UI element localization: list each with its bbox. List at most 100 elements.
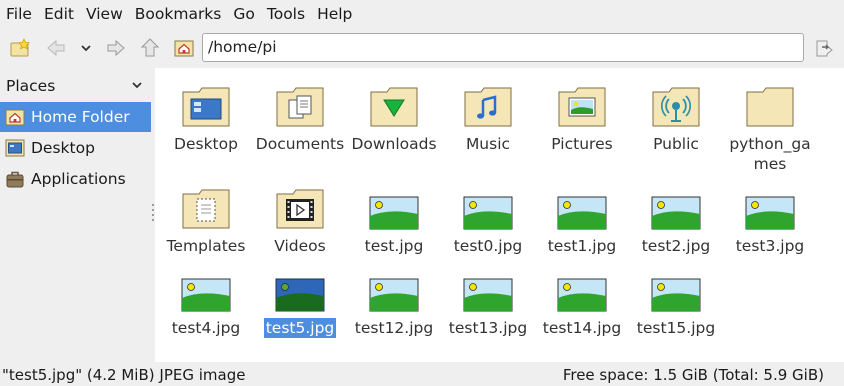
back-button[interactable] [44, 36, 68, 60]
image-file-icon [178, 262, 234, 312]
chevron-down-icon [81, 45, 91, 52]
history-dropdown-button[interactable] [74, 36, 98, 60]
places-header-label: Places [6, 77, 56, 95]
file-name: test1.jpg [547, 237, 617, 255]
file-item-templates[interactable]: Templates [159, 180, 253, 256]
go-button[interactable] [812, 36, 836, 60]
image-file-icon [272, 262, 328, 312]
folder-videos-icon [272, 180, 328, 230]
image-file-icon [554, 180, 610, 230]
file-item-test4-jpg[interactable]: test4.jpg [159, 262, 253, 338]
folder-desktop-icon [178, 78, 234, 128]
file-item-python-games[interactable]: python_games [723, 78, 817, 174]
file-item-test2-jpg[interactable]: test2.jpg [629, 180, 723, 256]
folder-icon [742, 78, 798, 128]
splitter-grip [152, 214, 154, 216]
selection-info: "test5.jpg" (4.2 MiB) JPEG image [2, 366, 246, 384]
file-name: test15.jpg [636, 319, 716, 337]
image-file-icon [366, 180, 422, 230]
splitter-grip [152, 209, 154, 211]
file-name: test12.jpg [354, 319, 434, 337]
go-jump-icon [816, 40, 833, 57]
file-item-test-jpg[interactable]: test.jpg [347, 180, 441, 256]
file-name: test0.jpg [453, 237, 523, 255]
file-item-test3-jpg[interactable]: test3.jpg [723, 180, 817, 256]
file-item-test0-jpg[interactable]: test0.jpg [441, 180, 535, 256]
file-item-test13-jpg[interactable]: test13.jpg [441, 262, 535, 338]
file-item-downloads[interactable]: Downloads [347, 78, 441, 154]
file-item-test14-jpg[interactable]: test14.jpg [535, 262, 629, 338]
file-name: Music [465, 135, 511, 153]
image-file-icon [742, 180, 798, 230]
file-item-videos[interactable]: Videos [253, 180, 347, 256]
up-arrow-icon [140, 38, 160, 57]
new-tab-icon [10, 38, 31, 57]
menu-file[interactable]: File [0, 0, 38, 28]
free-space-info: Free space: 1.5 GiB (Total: 5.9 GiB) [562, 366, 824, 384]
file-item-documents[interactable]: Documents [253, 78, 347, 154]
sidebar-item-label: Desktop [31, 139, 95, 157]
status-bar: "test5.jpg" (4.2 MiB) JPEG image Free sp… [0, 362, 844, 386]
image-file-icon [366, 262, 422, 312]
menu-view[interactable]: View [80, 0, 129, 28]
forward-arrow-icon [107, 39, 125, 57]
image-file-icon [460, 180, 516, 230]
chevron-down-icon [132, 82, 142, 89]
image-file-icon [554, 262, 610, 312]
file-item-desktop[interactable]: Desktop [159, 78, 253, 154]
places-header[interactable]: Places [0, 72, 151, 100]
new-tab-button[interactable] [9, 36, 33, 60]
file-name: Documents [255, 135, 345, 153]
file-view: Desktop Documents Downloads Music Pictur… [155, 68, 844, 362]
file-name: test5.jpg [263, 318, 337, 338]
file-item-music[interactable]: Music [441, 78, 535, 154]
menu-edit[interactable]: Edit [38, 0, 80, 28]
sidebar-item-label: Applications [31, 170, 126, 188]
sidebar-item-applications[interactable]: Applications [0, 164, 151, 194]
home-icon [4, 106, 26, 128]
back-arrow-icon [47, 39, 65, 57]
menu-go[interactable]: Go [227, 0, 261, 28]
up-button[interactable] [138, 36, 162, 60]
file-item-test5-jpg[interactable]: test5.jpg [253, 262, 347, 338]
folder-music-icon [460, 78, 516, 128]
menu-help[interactable]: Help [311, 0, 358, 28]
applications-icon [4, 168, 26, 190]
folder-pictures-icon [554, 78, 610, 128]
sidebar-item-label: Home Folder [31, 108, 130, 126]
folder-templates-icon [178, 180, 234, 230]
file-name: Downloads [351, 135, 437, 153]
folder-documents-icon [272, 78, 328, 128]
menu-bookmarks[interactable]: Bookmarks [129, 0, 228, 28]
image-file-icon [460, 262, 516, 312]
address-bar[interactable]: /home/pi [202, 33, 804, 62]
file-name: Templates [166, 237, 246, 255]
file-item-public[interactable]: Public [629, 78, 723, 154]
file-name: Videos [274, 237, 326, 255]
home-button[interactable] [172, 36, 196, 60]
file-name: Desktop [174, 135, 238, 153]
file-name: python_games [729, 135, 811, 173]
home-icon [174, 40, 194, 57]
file-item-test15-jpg[interactable]: test15.jpg [629, 262, 723, 338]
desktop-icon [4, 137, 26, 159]
file-name: test.jpg [364, 237, 424, 255]
menu-tools[interactable]: Tools [261, 0, 311, 28]
splitter-grip [152, 219, 154, 221]
file-item-test12-jpg[interactable]: test12.jpg [347, 262, 441, 338]
file-item-pictures[interactable]: Pictures [535, 78, 629, 154]
splitter-grip [152, 204, 154, 206]
file-item-test1-jpg[interactable]: test1.jpg [535, 180, 629, 256]
toolbar: /home/pi [0, 28, 844, 68]
file-name: test13.jpg [448, 319, 528, 337]
file-name: test14.jpg [542, 319, 622, 337]
file-name: test3.jpg [735, 237, 805, 255]
file-name: test4.jpg [171, 319, 241, 337]
places-sidebar: Places Home Folder Desktop Applications [0, 68, 151, 362]
file-name: Pictures [551, 135, 613, 153]
folder-public-icon [648, 78, 704, 128]
sidebar-item-home-folder[interactable]: Home Folder [0, 102, 151, 132]
sidebar-item-desktop[interactable]: Desktop [0, 133, 151, 163]
forward-button[interactable] [104, 36, 128, 60]
menu-bar: File Edit View Bookmarks Go Tools Help [0, 0, 844, 28]
